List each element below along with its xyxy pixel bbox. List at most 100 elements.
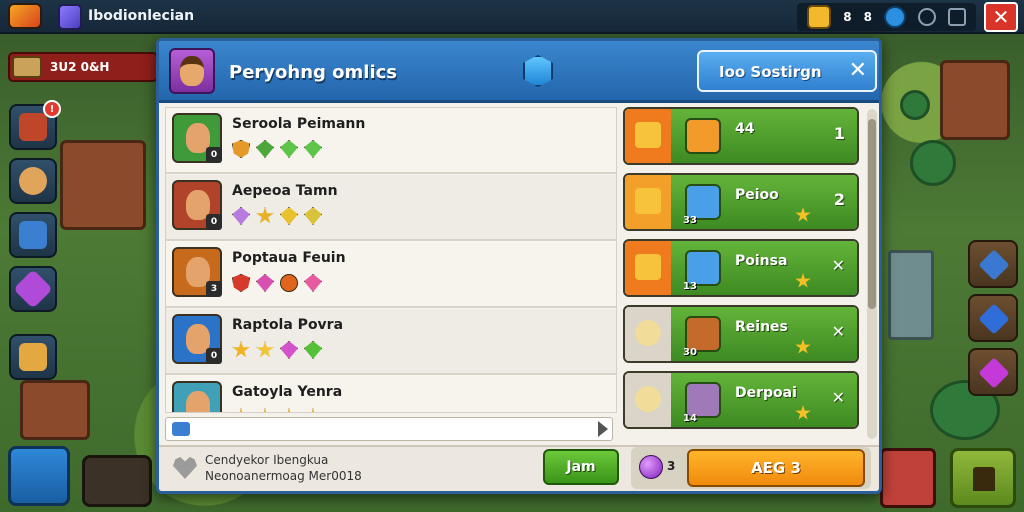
build-button[interactable] [8,446,70,506]
list-scroll-footer[interactable] [165,417,613,441]
shield-icon [232,140,250,158]
app-title: Ibodionlecian [88,8,195,24]
reward-rank: ✕ [831,256,845,275]
player-name: Aepeoa Tamn [232,183,338,199]
reward-item-count: 30 [683,347,697,358]
reward-panel: 13 Poinsa ✕ [671,241,857,295]
resource-value: 3U2 0&H [50,60,110,74]
settings-icon[interactable] [918,8,936,26]
side-button-companion[interactable] [9,158,57,204]
player-row[interactable]: 3 Poptaua Feuin [166,242,616,308]
level-badge: 0 [206,348,222,364]
top-bar: Ibodionlecian 8 8 ✕ [0,0,1024,34]
player-avatar[interactable]: 3 [172,247,222,297]
gem-row [232,207,322,225]
reward-category-icon [635,320,661,346]
side-button-blue-gem[interactable] [968,240,1018,288]
reward-item-count: 13 [683,281,697,292]
menu-icon[interactable] [948,8,966,26]
reward-item-icon [685,118,721,154]
join-button[interactable]: Jam [543,449,619,485]
purple-orb-icon [639,455,663,479]
hud-value-b: 8 [863,10,872,24]
reward-panel: 30 Reines ✕ [671,307,857,361]
player-avatar[interactable]: 0 [172,381,222,412]
people-icon [172,422,190,436]
bg-hut [20,380,90,440]
chest-icon [12,56,42,78]
player-row[interactable]: 0 Seroola Peimann [166,108,616,174]
player-avatar[interactable]: 0 [172,113,222,163]
side-button-magic[interactable] [9,266,57,312]
bg-tree [900,90,930,120]
search-box[interactable]: Ioo Sostirgn ✕ [697,50,877,92]
level-badge: 0 [206,214,222,230]
reward-side-panel [625,307,671,361]
star-icon [232,408,250,412]
player-avatar[interactable] [169,48,215,94]
player-list[interactable]: 0 Seroola Peimann 0 Aepeoa Tamn 3 Poptaua Feu… [165,107,617,413]
star-icon [795,405,811,420]
player-row[interactable]: 0 Raptola Povra [166,309,616,375]
reward-label: 44 [735,121,755,137]
window-close-button[interactable]: ✕ [984,2,1018,32]
confirm-button[interactable]: AEG 3 [687,449,865,487]
reward-row[interactable]: 30 Reines ✕ [623,305,859,363]
star-icon [256,341,274,358]
reward-rank: ✕ [831,388,845,407]
hud-value-a: 8 [843,10,852,24]
footer-line-1: Cendyekor Ibengkua [205,453,329,467]
shop-button[interactable] [82,455,152,507]
star-icon [232,341,250,358]
reward-item-count: 33 [683,215,697,226]
reward-panel: 33 Peioo 2 [671,175,857,229]
hud-status-group: 8 8 [797,3,976,31]
side-button-guild[interactable] [9,212,57,258]
player-avatar[interactable]: 0 [172,180,222,230]
shield-icon [232,274,250,292]
reward-row[interactable]: 33 Peioo 2 [623,173,859,231]
gem-icon [304,207,322,225]
home-button[interactable] [950,448,1016,508]
player-row[interactable]: 0 Gatoyla Yenra [166,376,616,412]
player-row[interactable]: 0 Aepeoa Tamn [166,175,616,241]
character-portrait-button[interactable] [880,448,936,508]
reward-row[interactable]: 44 1 [623,107,859,165]
level-badge: 3 [206,281,222,297]
scroll-right-arrow[interactable] [598,421,608,437]
reward-row[interactable]: 14 Derpoai ✕ [623,371,859,429]
app-logo[interactable] [8,3,42,29]
star-icon [795,339,811,354]
gem-icon [256,274,274,292]
side-button-amethyst[interactable] [968,348,1018,396]
gem-row [232,341,322,359]
sapphire-icon [978,303,1010,335]
side-button-hero[interactable]: ! [9,100,61,150]
side-button-inventory[interactable] [9,334,57,380]
scroll-thumb[interactable] [868,119,876,309]
player-avatar[interactable]: 0 [172,314,222,364]
star-icon [280,408,298,412]
reward-rank: 2 [833,190,845,209]
reward-row[interactable]: 13 Poinsa ✕ [623,239,859,297]
reward-category-icon [635,386,661,412]
reward-panel: 14 Derpoai ✕ [671,373,857,427]
resource-bar[interactable]: 3U2 0&H [8,52,158,82]
reward-side-panel [625,109,671,163]
gem-icon [280,207,298,225]
footer-line-2: Neonoanermoag Mer0018 [205,469,362,483]
magic-gem-icon [13,269,53,309]
reward-panel: 44 1 [671,109,857,163]
coin-icon[interactable] [807,5,832,29]
network-icon[interactable] [884,6,906,28]
reward-side-panel [625,175,671,229]
side-button-sapphire[interactable] [968,294,1018,342]
reward-category-icon [635,188,661,214]
dialog-close-button[interactable]: ✕ [849,58,867,83]
reward-list[interactable]: 44 1 33 Peioo 2 13 Poinsa ✕ 30 Reines ✕ 14 Derpoai ✕ [623,107,875,441]
reward-scrollbar[interactable] [867,109,877,439]
orb-count: 3 [667,459,676,473]
bg-hut [60,140,146,230]
gem-icon [304,274,322,292]
dialog-footer: Cendyekor Ibengkua Neonoanermoag Mer0018… [159,445,879,491]
